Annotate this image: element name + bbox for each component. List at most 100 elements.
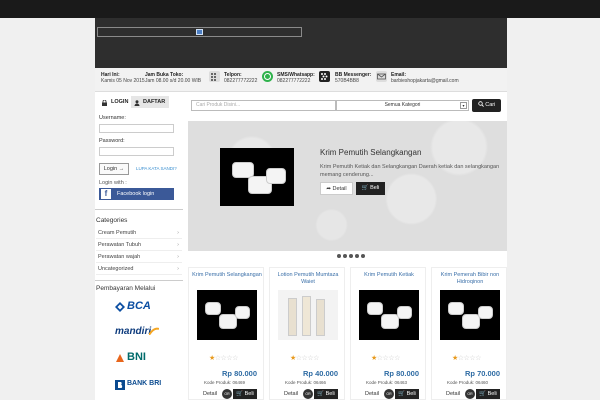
info-sms-value: 082277772222 [277, 78, 311, 84]
product-image[interactable] [359, 290, 419, 340]
product-buy-button[interactable]: 🛒 Beli [314, 389, 338, 399]
slide-buy-label: Beli [370, 185, 380, 191]
header-banner [97, 27, 302, 37]
slide-detail-button[interactable]: ➦ Detail [320, 182, 353, 195]
forgot-password-link[interactable]: LUPA KATA SANDI? [136, 166, 177, 171]
product-buy-button[interactable]: 🛒 Beli [476, 389, 500, 399]
product-buy-label: Beli [244, 391, 254, 397]
search-input[interactable]: Cari Produk Disini... [191, 100, 336, 111]
or-separator: OR [222, 389, 232, 399]
chevron-right-icon: › [177, 266, 179, 272]
cart-icon: 🛒 [317, 391, 325, 397]
divider [95, 209, 183, 210]
product-price: Rp 40.000 [303, 369, 339, 378]
cart-icon: 🛒 [236, 391, 244, 397]
product-card[interactable]: Lotion Pemutih Mumtaza Waiet ★☆☆☆☆ Rp 40… [269, 267, 345, 400]
cart-icon: 🛒 [398, 391, 406, 397]
product-code: Kode Produk: 06463 [366, 380, 408, 385]
product-title[interactable]: Krim Pemutih Selangkangan [189, 272, 265, 279]
featured-slider[interactable]: Krim Pemutih Selangkangan Krim Pemutih K… [188, 121, 507, 251]
broken-image-icon [196, 29, 203, 35]
product-buy-button[interactable]: 🛒 Beli [233, 389, 257, 399]
category-select[interactable]: Semua Kategori ▾ [336, 100, 469, 111]
bank-logo-bni: BNI [115, 350, 175, 368]
category-item[interactable]: Cream Pemutih › [96, 228, 182, 239]
bank-name: BNI [127, 351, 146, 363]
payment-title: Pembayaran Melalui [96, 285, 156, 292]
login-button[interactable]: Login → [99, 163, 129, 175]
slider-dot[interactable] [343, 254, 347, 258]
info-bb: BB Messenger: 570B4BB8 [335, 72, 371, 84]
product-image[interactable] [440, 290, 500, 340]
product-image[interactable] [197, 290, 257, 340]
product-buy-button[interactable]: 🛒 Beli [395, 389, 419, 399]
star-rating: ★☆☆☆☆ [452, 355, 481, 362]
slider-dot[interactable] [337, 254, 341, 258]
slider-dot[interactable] [349, 254, 353, 258]
bank-name: BANK BRI [127, 380, 162, 387]
username-input[interactable] [99, 124, 174, 133]
product-card[interactable]: Krim Pemutih Selangkangan ★☆☆☆☆ Rp 80.00… [188, 267, 264, 400]
product-title[interactable]: Lotion Pemutih Mumtaza Waiet [270, 272, 346, 286]
slide-description: Krim Pemutih Ketiak dan Selangkangan Dae… [320, 164, 500, 178]
slider-pagination [337, 254, 367, 260]
product-detail-button[interactable]: Detail [203, 389, 223, 399]
username-label: Username: [99, 115, 126, 121]
product-title[interactable]: Krim Pemutih Ketiak [351, 272, 427, 279]
lock-icon [102, 99, 107, 106]
share-icon: ➦ [326, 186, 331, 192]
jar [266, 168, 286, 184]
info-bb-value: 570B4BB8 [335, 78, 359, 84]
info-email-value: barbieshopjakarta@gmail.com [391, 78, 459, 84]
mandiri-logo-icon [149, 327, 159, 335]
info-jam-value: Jam 08.00 s/d 20.00 WIB [145, 78, 202, 84]
product-title[interactable]: Krim Pemerah Bibir non Hidroqinon [432, 272, 508, 286]
product-price: Rp 80.000 [384, 369, 420, 378]
password-input[interactable] [99, 147, 174, 156]
bank-name: mandiri [115, 326, 152, 337]
product-detail-button[interactable]: Detail [365, 389, 385, 399]
facebook-icon: f [101, 189, 111, 199]
bottle [316, 299, 325, 336]
slide-product-image[interactable] [220, 148, 294, 206]
bca-logo-icon [115, 302, 125, 312]
category-label: Perawatan wajah [98, 254, 141, 260]
product-code: Kode Produk: 06466 [285, 380, 327, 385]
search-icon [477, 101, 484, 107]
slide-detail-label: Detail [332, 186, 347, 192]
info-jam: Jam Buka Toko: Jam 08.00 s/d 20.00 WIB [145, 72, 201, 84]
main-content: Cari Produk Disini... Semua Kategori ▾ C… [183, 92, 507, 400]
product-buy-label: Beli [406, 391, 416, 397]
product-card[interactable]: Krim Pemutih Ketiak ★☆☆☆☆ Rp 80.000 Kode… [350, 267, 426, 400]
slide-buy-button[interactable]: 🛒 Beli [356, 182, 385, 195]
category-select-value: Semua Kategori [384, 102, 421, 108]
product-buy-label: Beli [487, 391, 497, 397]
facebook-login-button[interactable]: f Facebook login [99, 188, 174, 200]
sidebar: LOGIN DAFTAR Username: Password: Login →… [95, 92, 183, 400]
search-button[interactable]: Cari [472, 99, 501, 112]
tab-login-label: LOGIN [111, 99, 129, 105]
product-card[interactable]: Krim Pemerah Bibir non Hidroqinon ★☆☆☆☆ … [431, 267, 507, 400]
info-telpon: Telpon: 082277772222 [224, 72, 257, 84]
or-separator: OR [465, 389, 475, 399]
tab-login[interactable]: LOGIN [99, 96, 129, 108]
chevron-right-icon: › [177, 254, 179, 260]
password-label: Password: [99, 138, 125, 144]
category-item[interactable]: Perawatan wajah › [96, 252, 182, 263]
login-with-label: Login with : [99, 180, 127, 186]
info-hari: Hari Ini: Kamis 05 Nov 2015 [101, 72, 145, 84]
tab-daftar[interactable]: DAFTAR [131, 96, 169, 108]
info-hari-value: Kamis 05 Nov 2015 [101, 78, 145, 84]
category-label: Cream Pemutih [98, 230, 137, 236]
category-item[interactable]: Perawatan Tubuh › [96, 240, 182, 251]
product-detail-button[interactable]: Detail [446, 389, 466, 399]
slider-dot[interactable] [361, 254, 365, 258]
product-detail-button[interactable]: Detail [284, 389, 304, 399]
bni-logo-icon [116, 354, 124, 362]
slider-dot[interactable] [355, 254, 359, 258]
category-item[interactable]: Uncategorized › [96, 264, 182, 275]
slide-title[interactable]: Krim Pemutih Selangkangan [320, 148, 421, 157]
product-image[interactable] [278, 290, 338, 340]
bottle [302, 296, 311, 336]
user-icon [134, 99, 140, 106]
